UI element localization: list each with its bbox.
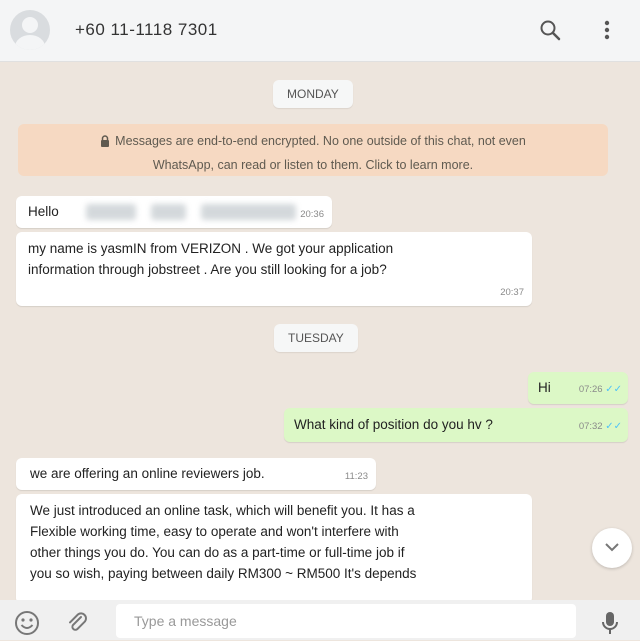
message-text-line: information through jobstreet . Are you … — [28, 262, 387, 277]
message-text: we are offering an online reviewers job. — [30, 466, 265, 481]
message-time: 11:23 — [344, 471, 368, 482]
message-time: 07:32 — [578, 421, 603, 432]
message-incoming[interactable]: we are offering an online reviewers job.… — [16, 458, 376, 490]
encryption-notice[interactable]: Messages are end-to-end encrypted. No on… — [18, 124, 608, 176]
redacted-name — [201, 204, 296, 220]
message-text-line: my name is yasmIN from VERIZON . We got … — [28, 241, 394, 256]
day-separator-tuesday: TUESDAY — [274, 324, 358, 352]
attach-icon[interactable] — [64, 610, 90, 641]
message-text-line: We just introduced an online task, which… — [30, 503, 415, 518]
encryption-text-line2: WhatsApp, can read or listen to them. Cl… — [152, 158, 474, 172]
lock-icon — [100, 132, 110, 154]
double-check-icon: ✓✓ — [605, 421, 622, 432]
search-icon[interactable] — [538, 18, 562, 47]
message-text: What kind of position do you hv ? — [294, 417, 493, 432]
chat-header: +60 11-1118 7301 — [0, 0, 640, 62]
redacted-name — [86, 204, 136, 220]
redacted-name — [151, 204, 186, 220]
mic-icon[interactable] — [600, 610, 620, 641]
message-text-line: other things you do. You can do as a par… — [30, 545, 405, 560]
double-check-icon: ✓✓ — [605, 384, 622, 395]
encryption-text-line1: Messages are end-to-end encrypted. No on… — [115, 134, 526, 148]
chevron-down-icon — [604, 539, 620, 557]
message-outgoing[interactable]: Hi 07:26 ✓✓ — [528, 372, 628, 404]
message-time: 07:26 — [578, 384, 603, 395]
contact-phone[interactable]: +60 11-1118 7301 — [75, 20, 218, 40]
message-text-line: you so wish, paying between daily RM300 … — [30, 566, 417, 581]
message-incoming[interactable]: my name is yasmIN from VERIZON . We got … — [16, 232, 532, 306]
message-time: 20:36 — [300, 209, 324, 220]
message-incoming[interactable]: We just introduced an online task, which… — [16, 494, 532, 604]
avatar[interactable] — [10, 10, 50, 50]
message-input[interactable]: Type a message — [116, 604, 576, 638]
menu-icon[interactable] — [600, 18, 614, 47]
message-text-line: Flexible working time, easy to operate a… — [30, 524, 399, 539]
message-time: 20:37 — [500, 287, 524, 298]
message-incoming[interactable]: Hello 20:36 — [16, 196, 332, 228]
message-text: Hello — [28, 204, 59, 219]
message-text: Hi — [538, 380, 551, 395]
day-separator-monday: MONDAY — [273, 80, 353, 108]
message-outgoing[interactable]: What kind of position do you hv ? 07:32 … — [284, 408, 628, 442]
emoji-icon[interactable] — [14, 610, 40, 641]
scroll-down-button[interactable] — [592, 528, 632, 568]
